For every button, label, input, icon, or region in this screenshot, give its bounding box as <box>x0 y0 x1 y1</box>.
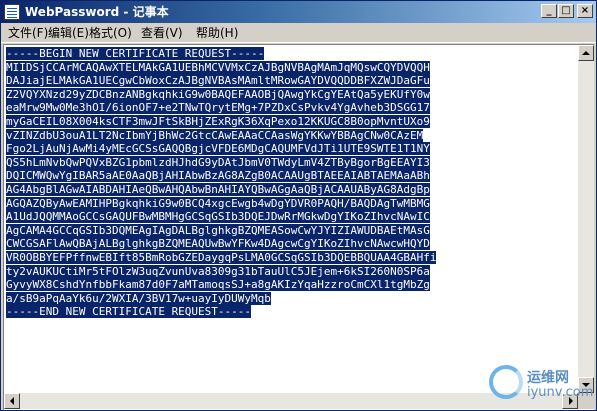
menu-edit[interactable]: 编辑(E) <box>48 25 89 41</box>
selected-text: myGaCEIL08X004ksCTF3mwJFtSkBHjZExRgK36Xq… <box>6 114 430 128</box>
window-title: WebPassword - 记事本 <box>25 5 169 19</box>
menu-help[interactable]: 帮助(H) <box>196 25 238 41</box>
selected-text: AgCAMA4GCCqGSIb3DQMEAgIAgDALBglghkgBZQME… <box>6 223 430 237</box>
notepad-window: WebPassword - 记事本 _ □ × 文件(F) 编辑(E) 格式(O… <box>0 0 597 411</box>
selected-text: eaMrw9Mw0Me3hOI/6ionOF7+e2TNwTQrytEMg+7P… <box>6 101 430 115</box>
selected-text: AGQAZQByAwEAMIHPBgkqhkiG9w0BCQ4xgcEwgb4w… <box>6 196 430 210</box>
selected-text: -----BEGIN NEW CERTIFICATE REQUEST----- <box>6 47 265 60</box>
title-bar[interactable]: WebPassword - 记事本 _ □ × <box>1 1 596 23</box>
vertical-scrollbar[interactable] <box>578 45 594 393</box>
menu-file[interactable]: 文件(F) <box>8 25 48 41</box>
selected-text: a/sB9aPqAaYk6u/2WXIA/3BV17w+uayIyDUWyMqb <box>6 291 271 305</box>
text-line: AGQAZQByAwEAMIHPBgkqhkiG9w0BCQ4xgcEwgb4w… <box>6 196 576 211</box>
scroll-left-button[interactable] <box>4 393 20 409</box>
text-line: QS5hLmNvbQwPQVxBZG1pbmlzdHJhdG9yDAtJbmV0… <box>6 155 576 170</box>
text-line: a/sB9aPqAaYk6u/2WXIA/3BV17w+uayIyDUWyMqb <box>6 291 576 306</box>
text-line: -----END NEW CERTIFICATE REQUEST----- <box>6 305 576 319</box>
minimize-button[interactable]: _ <box>541 4 557 18</box>
scroll-up-button[interactable] <box>578 45 594 61</box>
selected-text: Z2VQYXNzd29yZDCBnzANBgkqhkiG9w0BAQEFAAOB… <box>6 87 430 101</box>
selected-text: vZINZdbU3ouA1LT2NcIbmYjBhWc2GtcCAwEAAaCC… <box>6 128 424 142</box>
selected-text: Fgo2LjAuNjAwMi4yMEcGCSsGAQQBgjcVFDE6MDgC… <box>6 142 430 156</box>
arrow-up-icon <box>582 51 590 55</box>
watermark-en-text: iyunv.com <box>527 385 594 400</box>
watermark-cn-text: 运维网 <box>527 370 569 386</box>
text-line: ty2vAUKUCtiMr5tFOlzW3uqZvunUva8309g31bTa… <box>6 264 576 279</box>
text-line: vZINZdbU3ouA1LT2NcIbmYjBhWc2GtcCAwEAAaCC… <box>6 128 576 143</box>
arrow-left-icon <box>10 397 14 405</box>
text-line: DQICMWQwYgIBAR5aAE0AaQBjAHIAbwBzAG8AZgB0… <box>6 169 576 183</box>
selected-text: MIIDSjCCArMCAQAwXTELMAkGA1UEBhMCVVMxCzAJ… <box>6 60 430 74</box>
text-line: MIIDSjCCArMCAQAwXTELMAkGA1UEBhMCVVMxCzAJ… <box>6 60 576 75</box>
text-line: AG4AbgBlAGwAIABDAHIAeQBwAHQAbwBnAHIAYQBw… <box>6 182 576 197</box>
text-line: eaMrw9Mw0Me3hOI/6ionOF7+e2TNwTQrytEMg+7P… <box>6 101 576 115</box>
selected-text: A1UdJQQMMAoGCCsGAQUFBwMBMHgGCSqGSIb3DQEJ… <box>6 210 430 224</box>
text-line: AgCAMA4GCCqGSIb3DQMEAgIAgDALBglghkgBZQME… <box>6 223 576 238</box>
watermark-logo-icon <box>489 365 523 399</box>
selected-text: ty2vAUKUCtiMr5tFOlzW3uqZvunUva8309g31bTa… <box>6 264 430 278</box>
selected-text: VR0OBBYEFPffnwEBIft85BmRobGZEDaygqPsLMA0… <box>6 250 437 264</box>
menu-bar: 文件(F) 编辑(E) 格式(O) 查看(V) 帮助(H) <box>1 23 596 43</box>
watermark: 运维网 iyunv.com <box>489 361 593 407</box>
selected-text: -----END NEW CERTIFICATE REQUEST----- <box>6 305 252 319</box>
text-line: VR0OBBYEFPffnwEBIft85BmRobGZEDaygqPsLMA0… <box>6 250 576 265</box>
text-line: DAJiajELMAkGA1UECgwCbWoxCzAJBgNVBAsMAmlt… <box>6 74 576 88</box>
text-line: Fgo2LjAuNjAwMi4yMEcGCSsGAQQBgjcVFDE6MDgC… <box>6 142 576 156</box>
text-line: GyvyWX8CshdYnfbbFkam87d0F7aMTamoqsSJ+a8g… <box>6 278 576 292</box>
selected-text: DQICMWQwYgIBAR5aAE0AaQBjAHIAbwBzAG8AZgB0… <box>6 169 430 183</box>
close-button[interactable]: × <box>577 4 593 18</box>
text-line: myGaCEIL08X004ksCTF3mwJFtSkBHjZExRgK36Xq… <box>6 114 576 129</box>
selected-text: CWCGSAFlAwQBAjALBglghkgBZQMEAQUwBwYFKw4D… <box>6 237 430 251</box>
menu-format[interactable]: 格式(O) <box>89 25 132 41</box>
text-line: CWCGSAFlAwQBAjALBglghkgBZQMEAQUwBwYFKw4D… <box>6 237 576 251</box>
text-area[interactable]: -----BEGIN NEW CERTIFICATE REQUEST----- … <box>6 47 576 393</box>
menu-view[interactable]: 查看(V) <box>141 25 183 41</box>
text-line: -----BEGIN NEW CERTIFICATE REQUEST----- <box>6 47 576 61</box>
text-line: Z2VQYXNzd29yZDCBnzANBgkqhkiG9w0BAQEFAAOB… <box>6 87 576 102</box>
text-editor[interactable]: -----BEGIN NEW CERTIFICATE REQUEST----- … <box>3 44 594 410</box>
selected-text: GyvyWX8CshdYnfbbFkam87d0F7aMTamoqsSJ+a8g… <box>6 278 430 292</box>
selected-text: AG4AbgBlAGwAIABDAHIAeQBwAHQAbwBnAHIAYQBw… <box>6 182 430 196</box>
notepad-icon[interactable] <box>4 4 20 20</box>
text-line: A1UdJQQMMAoGCCsGAQUFBwMBMHgGCSqGSIb3DQEJ… <box>6 210 576 224</box>
selected-text: QS5hLmNvbQwPQVxBZG1pbmlzdHJhdG9yDAtJbmV0… <box>6 155 430 169</box>
maximize-button[interactable]: □ <box>558 4 574 18</box>
selected-text: DAJiajELMAkGA1UECgwCbWoxCzAJBgNVBAsMAmlt… <box>6 74 430 88</box>
